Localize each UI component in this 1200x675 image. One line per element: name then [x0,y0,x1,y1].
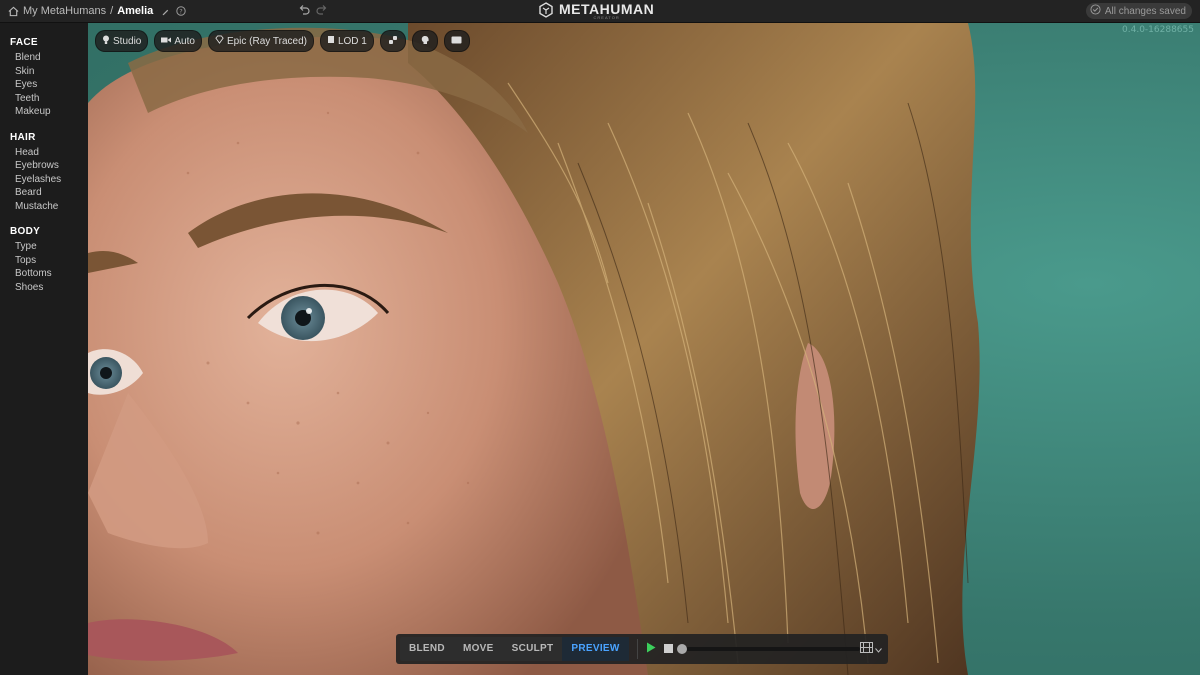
sidebar-item-head[interactable]: Head [10,146,88,160]
section-title: BODY [10,226,41,237]
character-render [88,23,980,675]
mode-playback-bar: BLEND MOVE SCULPT PREVIEW [396,634,888,664]
current-metahuman-name: Amelia [117,5,154,17]
keyboard-icon [451,36,462,47]
undo-icon[interactable] [298,4,310,19]
quality-label: Epic (Ray Traced) [226,35,307,47]
sidebar-section-body: BODY Type Tops Bottoms Shoes [0,226,88,294]
sidebar-item-makeup[interactable]: Makeup [10,105,88,119]
sidebar-item-eyelashes[interactable]: Eyelashes [10,173,88,187]
sidebar-item-eyebrows[interactable]: Eyebrows [10,159,88,173]
sidebar-item-type[interactable]: Type [10,240,88,254]
version-label: 0.4.0-16288655 [1122,25,1194,35]
link-icon [388,35,398,48]
sidebar: FACE Blend Skin Eyes Teeth Makeup HAIR H… [0,23,88,675]
head-view-button[interactable] [411,30,438,52]
camera-icon [161,36,172,47]
playhead-handle[interactable] [676,644,687,654]
sidebar-item-shoes[interactable]: Shoes [10,281,88,295]
camera-label: Auto [174,35,195,47]
play-icon[interactable] [646,640,656,658]
divider [636,639,638,659]
sidebar-item-bottoms[interactable]: Bottoms [10,267,88,281]
redo-icon[interactable] [316,4,328,19]
breadcrumb-root[interactable]: My MetaHumans [23,5,106,17]
sidebar-item-tops[interactable]: Tops [10,254,88,268]
stop-icon[interactable] [663,640,673,658]
sidebar-section-face: FACE Blend Skin Eyes Teeth Makeup [0,37,88,119]
sidebar-item-beard[interactable]: Beard [10,186,88,200]
section-title: FACE [10,37,38,48]
film-icon[interactable] [860,640,873,658]
edit-icon[interactable] [161,7,170,16]
tab-sculpt[interactable]: SCULPT [503,637,563,661]
chevron-down-icon[interactable] [875,640,882,658]
keyboard-button[interactable] [443,30,470,52]
svg-text:?: ? [180,8,183,16]
breadcrumb: My MetaHumans / Amelia ? [8,0,186,22]
logo-wordmark: METAHUMAN [559,0,655,17]
sidebar-item-teeth[interactable]: Teeth [10,92,88,106]
head-icon [420,35,430,48]
sidebar-section-hair: HAIR Head Eyebrows Eyelashes Beard Musta… [0,132,88,214]
help-icon[interactable]: ? [176,6,186,16]
sidebar-item-mustache[interactable]: Mustache [10,200,88,214]
save-status-text: All changes saved [1104,5,1186,17]
diamond-icon [215,35,224,47]
metahuman-logo: METAHUMAN CREATOR [538,2,654,20]
lighting-label: Studio [113,35,142,47]
mode-tabs: BLEND MOVE SCULPT PREVIEW [400,637,629,661]
save-status-badge: All changes saved [1085,3,1192,19]
sidebar-item-skin[interactable]: Skin [10,65,88,79]
quality-dropdown[interactable]: Epic (Ray Traced) [207,30,314,52]
lod-label: LOD 1 [337,35,367,47]
sidebar-item-eyes[interactable]: Eyes [10,78,88,92]
timeline-scrubber[interactable] [676,644,860,654]
top-bar: My MetaHumans / Amelia ? METAHUMAN CREAT… [0,0,1200,23]
lighting-dropdown[interactable]: Studio [95,30,149,52]
tab-preview[interactable]: PREVIEW [562,637,629,661]
sidebar-item-blend[interactable]: Blend [10,51,88,65]
3d-viewport[interactable]: 0.4.0-16288655 Studio Auto Epic (Ray Tra… [88,23,1200,675]
tab-move[interactable]: MOVE [454,637,503,661]
lod-icon [327,35,335,47]
section-title: HAIR [10,131,36,143]
link-button[interactable] [379,30,406,52]
tab-blend[interactable]: BLEND [400,637,454,661]
bulb-icon [102,35,110,48]
metahuman-logo-icon [538,1,554,21]
check-circle-icon [1090,4,1101,18]
home-icon[interactable] [8,6,19,17]
viewport-toolbar: Studio Auto Epic (Ray Traced) LOD 1 [95,30,470,52]
lod-dropdown[interactable]: LOD 1 [319,30,374,52]
breadcrumb-separator: / [110,5,114,17]
camera-dropdown[interactable]: Auto [154,30,202,52]
